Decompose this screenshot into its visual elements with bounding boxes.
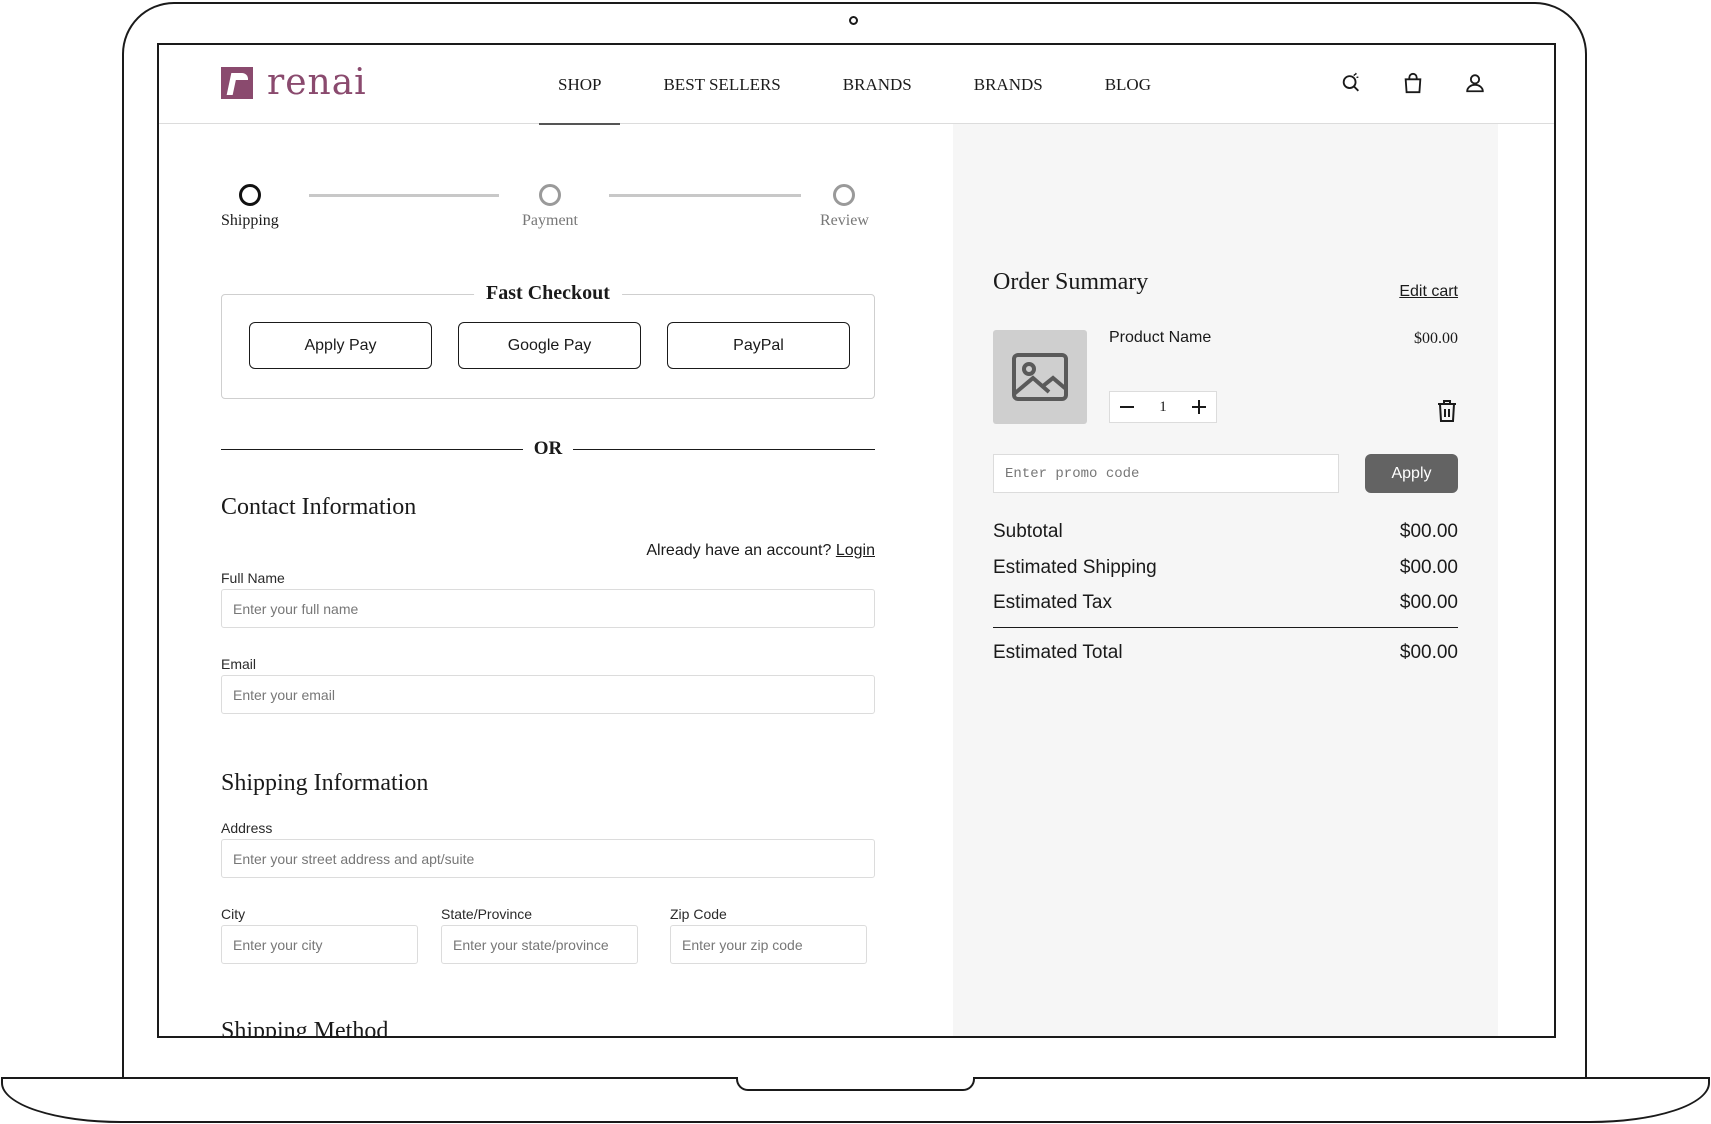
screen: renai SHOP BEST SELLERS BRANDS BRANDS BL… <box>157 43 1556 1038</box>
subtotal-row: Subtotal $00.00 <box>993 521 1458 543</box>
divider-line <box>573 449 875 450</box>
shopping-bag-icon[interactable] <box>1402 71 1424 95</box>
user-icon[interactable] <box>1464 71 1486 95</box>
brand-logo[interactable]: renai <box>221 62 367 103</box>
full-name-input[interactable] <box>221 589 875 628</box>
main-nav: SHOP BEST SELLERS BRANDS BRANDS BLOG <box>539 45 1194 125</box>
login-link[interactable]: Login <box>836 542 875 559</box>
divider-line <box>221 449 523 450</box>
step-label: Review <box>820 212 869 229</box>
brand-name: renai <box>267 62 367 103</box>
total-label: Estimated Total <box>993 642 1123 663</box>
step-label: Shipping <box>221 212 279 229</box>
quantity-value: 1 <box>1159 398 1167 415</box>
apply-promo-button[interactable]: Apply <box>1365 454 1458 493</box>
site-header: renai SHOP BEST SELLERS BRANDS BRANDS BL… <box>159 45 1554 125</box>
camera-icon <box>849 16 858 25</box>
nav-item-blog[interactable]: BLOG <box>1086 45 1170 124</box>
step-shipping[interactable]: Shipping <box>221 184 279 230</box>
account-prompt-text: Already have an account? <box>646 542 832 559</box>
state-label: State/Province <box>441 906 533 922</box>
total-row: Estimated Total $00.00 <box>993 642 1458 664</box>
shipping-section-title: Shipping Information <box>221 770 429 796</box>
order-summary-panel: Order Summary Edit cart Product Name $00… <box>953 124 1498 1036</box>
fast-checkout-title: Fast Checkout <box>474 282 622 305</box>
edit-cart-link[interactable]: Edit cart <box>1399 283 1458 301</box>
stepper-line <box>609 194 801 197</box>
product-price: $00.00 <box>1414 330 1458 347</box>
minus-icon <box>1120 406 1134 408</box>
decrement-button[interactable] <box>1118 398 1136 416</box>
google-pay-button[interactable]: Google Pay <box>458 322 641 369</box>
step-payment[interactable]: Payment <box>522 184 578 230</box>
shipping-method-title: Shipping Method <box>221 1018 389 1038</box>
address-input[interactable] <box>221 839 875 878</box>
or-label: OR <box>533 438 563 459</box>
tax-value: $00.00 <box>1399 592 1458 613</box>
email-input[interactable] <box>221 675 875 714</box>
stepper-line <box>309 194 499 197</box>
nav-item-shop[interactable]: SHOP <box>539 45 621 125</box>
account-prompt: Already have an account? Login <box>646 542 875 560</box>
full-name-label: Full Name <box>221 570 285 586</box>
address-label: Address <box>221 820 273 836</box>
shipping-row: Estimated Shipping $00.00 <box>993 557 1458 579</box>
image-placeholder-icon <box>1012 353 1068 401</box>
paypal-button[interactable]: PayPal <box>667 322 850 369</box>
trash-icon[interactable] <box>1436 399 1458 423</box>
zip-label: Zip Code <box>670 906 727 922</box>
product-name: Product Name <box>1109 329 1212 346</box>
shipping-value: $00.00 <box>1399 557 1458 578</box>
step-label: Payment <box>522 212 578 229</box>
step-circle <box>539 184 561 206</box>
tax-row: Estimated Tax $00.00 <box>993 592 1458 614</box>
order-summary-title: Order Summary <box>993 269 1149 295</box>
product-image <box>993 330 1087 424</box>
laptop-notch <box>736 1077 975 1091</box>
search-icon[interactable] <box>1340 71 1362 95</box>
step-circle <box>238 184 261 206</box>
fast-checkout-box: Fast Checkout Apply Pay Google Pay PayPa… <box>221 282 875 399</box>
shipping-label: Estimated Shipping <box>993 557 1157 578</box>
promo-code-input[interactable] <box>993 454 1339 493</box>
nav-item-brands[interactable]: BRANDS <box>824 45 931 124</box>
city-label: City <box>221 906 246 922</box>
checkout-stepper: Shipping Payment Review <box>221 184 875 234</box>
nav-item-best-sellers[interactable]: BEST SELLERS <box>644 45 799 124</box>
apple-pay-button[interactable]: Apply Pay <box>249 322 432 369</box>
city-input[interactable] <box>221 925 418 964</box>
nav-item-brands-2[interactable]: BRANDS <box>955 45 1062 124</box>
zip-input[interactable] <box>670 925 867 964</box>
state-input[interactable] <box>441 925 638 964</box>
header-icons <box>1340 71 1486 95</box>
email-label: Email <box>221 656 257 672</box>
summary-divider <box>993 627 1458 628</box>
step-circle <box>833 184 856 206</box>
subtotal-label: Subtotal <box>993 521 1063 542</box>
plus-icon <box>1192 400 1206 414</box>
contact-section-title: Contact Information <box>221 494 417 520</box>
tax-label: Estimated Tax <box>993 592 1112 613</box>
or-divider: OR <box>221 438 875 462</box>
subtotal-value: $00.00 <box>1399 521 1458 542</box>
total-value: $00.00 <box>1399 642 1458 663</box>
logo-mark-icon <box>221 67 253 99</box>
quantity-stepper: 1 <box>1109 391 1217 423</box>
step-review[interactable]: Review <box>820 184 869 230</box>
increment-button[interactable] <box>1190 398 1208 416</box>
